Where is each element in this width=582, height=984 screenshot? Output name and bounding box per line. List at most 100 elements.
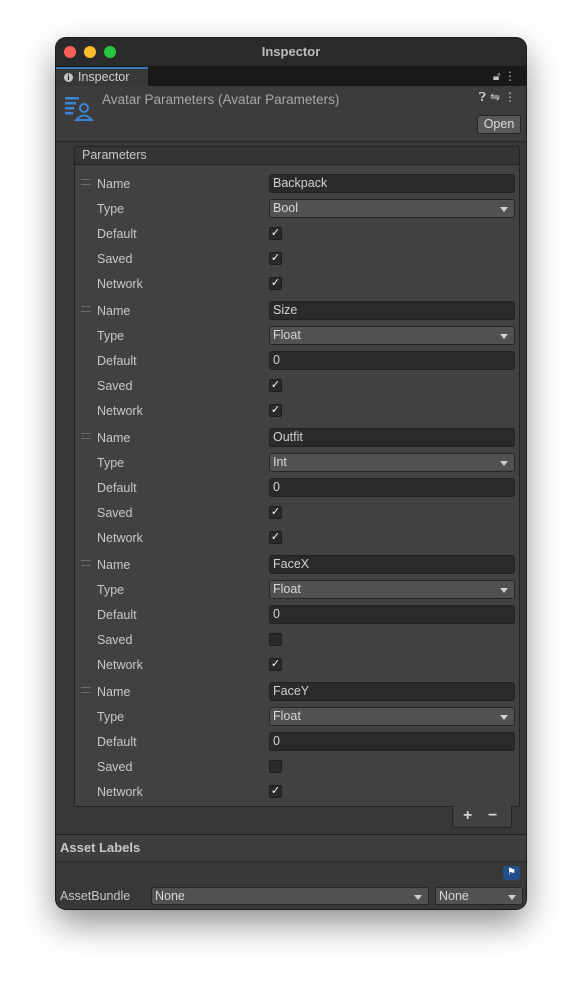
chevron-down-icon bbox=[500, 334, 508, 339]
parameter-type-row: Type Float bbox=[75, 324, 521, 348]
parameter-name-row: Name Size bbox=[75, 299, 521, 323]
parameter-name-input[interactable]: FaceY bbox=[269, 682, 515, 701]
parameter-type-row: Type Float bbox=[75, 705, 521, 729]
add-parameter-button[interactable]: + bbox=[463, 807, 472, 825]
drag-handle-icon[interactable] bbox=[81, 687, 91, 693]
parameter-type-row: Type Bool bbox=[75, 197, 521, 221]
parameter-name-input[interactable]: FaceX bbox=[269, 555, 515, 574]
parameter-default-input[interactable]: 0 bbox=[269, 605, 515, 624]
parameter-network-label: Network bbox=[97, 658, 143, 672]
parameter-network-checkbox[interactable]: ✓ bbox=[269, 531, 282, 544]
parameters-header: Parameters bbox=[75, 147, 519, 165]
parameter-network-label: Network bbox=[97, 785, 143, 799]
parameter-name-label: Name bbox=[97, 685, 131, 699]
parameter-default-checkbox[interactable]: ✓ bbox=[269, 227, 282, 240]
parameter-type-row: Type Float bbox=[75, 578, 521, 602]
parameter-network-label: Network bbox=[97, 277, 143, 291]
parameter-saved-row: Saved ✓ bbox=[75, 501, 521, 525]
parameter-saved-label: Saved bbox=[97, 506, 133, 520]
parameter-default-label: Default bbox=[97, 227, 137, 241]
asset-labels-section[interactable]: Asset Labels bbox=[56, 834, 526, 862]
parameter-saved-checkbox[interactable]: ✓ bbox=[269, 252, 282, 265]
parameter-default-row: Default 0 bbox=[75, 476, 521, 500]
parameter-type-dropdown[interactable]: Bool bbox=[269, 199, 515, 218]
parameter-saved-row: Saved ✓ bbox=[75, 374, 521, 398]
drag-handle-icon[interactable] bbox=[81, 433, 91, 439]
settings-icon[interactable]: ⇋ bbox=[490, 90, 504, 104]
parameter-name-row: Name Backpack bbox=[75, 172, 521, 196]
chevron-down-icon bbox=[500, 461, 508, 466]
parameter-default-input[interactable]: 0 bbox=[269, 351, 515, 370]
parameter-saved-checkbox[interactable] bbox=[269, 633, 282, 646]
parameter-type-value: Int bbox=[273, 455, 287, 469]
more-icon[interactable]: ⋮ bbox=[504, 90, 520, 104]
minimize-window-button[interactable] bbox=[84, 46, 96, 58]
parameter-name-input[interactable]: Outfit bbox=[269, 428, 515, 447]
chevron-down-icon bbox=[500, 715, 508, 720]
parameter-type-value: Float bbox=[273, 582, 301, 596]
parameter-default-row: Default 0 bbox=[75, 730, 521, 754]
parameter-name-label: Name bbox=[97, 431, 131, 445]
parameter-network-row: Network ✓ bbox=[75, 272, 521, 296]
parameter-type-dropdown[interactable]: Int bbox=[269, 453, 515, 472]
parameter-type-dropdown[interactable]: Float bbox=[269, 326, 515, 345]
tab-inspector[interactable]: i Inspector bbox=[56, 67, 148, 86]
parameter-name-input[interactable]: Backpack bbox=[269, 174, 515, 193]
parameter-type-dropdown[interactable]: Float bbox=[269, 580, 515, 599]
parameter-default-row: Default 0 bbox=[75, 349, 521, 373]
drag-handle-icon[interactable] bbox=[81, 179, 91, 185]
drag-handle-icon[interactable] bbox=[81, 306, 91, 312]
parameters-list: Parameters Name Backpack Type Bool Default ✓ S… bbox=[74, 146, 520, 807]
tag-icon[interactable]: ⚑ bbox=[503, 866, 520, 880]
parameter-network-row: Network ✓ bbox=[75, 526, 521, 550]
parameter-network-checkbox[interactable]: ✓ bbox=[269, 785, 282, 798]
parameter-network-row: Network ✓ bbox=[75, 653, 521, 677]
parameter-network-row: Network ✓ bbox=[75, 399, 521, 423]
parameter-type-value: Float bbox=[273, 709, 301, 723]
parameter-default-input[interactable]: 0 bbox=[269, 478, 515, 497]
parameter-saved-checkbox[interactable]: ✓ bbox=[269, 506, 282, 519]
parameter-type-label: Type bbox=[97, 456, 125, 470]
window-title: Inspector bbox=[261, 44, 321, 59]
open-button[interactable]: Open bbox=[477, 115, 521, 134]
parameter-type-dropdown[interactable]: Float bbox=[269, 707, 515, 726]
tab-bar: i Inspector 🔓︎ ⋮ bbox=[56, 66, 526, 86]
assetbundle-variant-dropdown[interactable]: None bbox=[435, 887, 523, 905]
help-icon[interactable]: ❓︎ bbox=[479, 90, 490, 104]
parameter-type-label: Type bbox=[97, 202, 125, 216]
parameter-saved-row: Saved bbox=[75, 628, 521, 652]
parameter-saved-row: Saved bbox=[75, 755, 521, 779]
info-icon: i bbox=[64, 73, 73, 82]
parameter-name-label: Name bbox=[97, 558, 131, 572]
asset-labels-title: Asset Labels bbox=[60, 840, 141, 855]
remove-parameter-button[interactable]: − bbox=[488, 807, 497, 825]
parameter-network-checkbox[interactable]: ✓ bbox=[269, 658, 282, 671]
parameter-name-row: Name FaceX bbox=[75, 553, 521, 577]
parameter-network-checkbox[interactable]: ✓ bbox=[269, 404, 282, 417]
parameter-type-label: Type bbox=[97, 329, 125, 343]
component-header: Avatar Parameters (Avatar Parameters) ❓︎… bbox=[56, 86, 526, 142]
parameter-name-input[interactable]: Size bbox=[269, 301, 515, 320]
title-bar: Inspector bbox=[56, 38, 526, 66]
parameter-default-input[interactable]: 0 bbox=[269, 732, 515, 751]
parameter-default-row: Default ✓ bbox=[75, 222, 521, 246]
assetbundle-value: None bbox=[155, 889, 185, 903]
parameter-saved-checkbox[interactable]: ✓ bbox=[269, 379, 282, 392]
close-window-button[interactable] bbox=[64, 46, 76, 58]
parameter-network-checkbox[interactable]: ✓ bbox=[269, 277, 282, 290]
chevron-down-icon bbox=[500, 207, 508, 212]
lock-icon[interactable]: 🔓︎ bbox=[493, 69, 501, 83]
avatar-parameters-icon bbox=[65, 97, 93, 121]
parameter-name-row: Name Outfit bbox=[75, 426, 521, 450]
drag-handle-icon[interactable] bbox=[81, 560, 91, 566]
parameter-saved-checkbox[interactable] bbox=[269, 760, 282, 773]
parameter-default-label: Default bbox=[97, 354, 137, 368]
zoom-window-button[interactable] bbox=[104, 46, 116, 58]
tab-actions: 🔓︎ ⋮ bbox=[493, 66, 516, 86]
parameter-type-value: Float bbox=[273, 328, 301, 342]
parameter-name-row: Name FaceY bbox=[75, 680, 521, 704]
list-footer: + − bbox=[452, 806, 512, 828]
assetbundle-dropdown[interactable]: None bbox=[151, 887, 429, 905]
more-icon[interactable]: ⋮ bbox=[504, 69, 516, 83]
component-title: Avatar Parameters (Avatar Parameters) bbox=[102, 92, 340, 107]
